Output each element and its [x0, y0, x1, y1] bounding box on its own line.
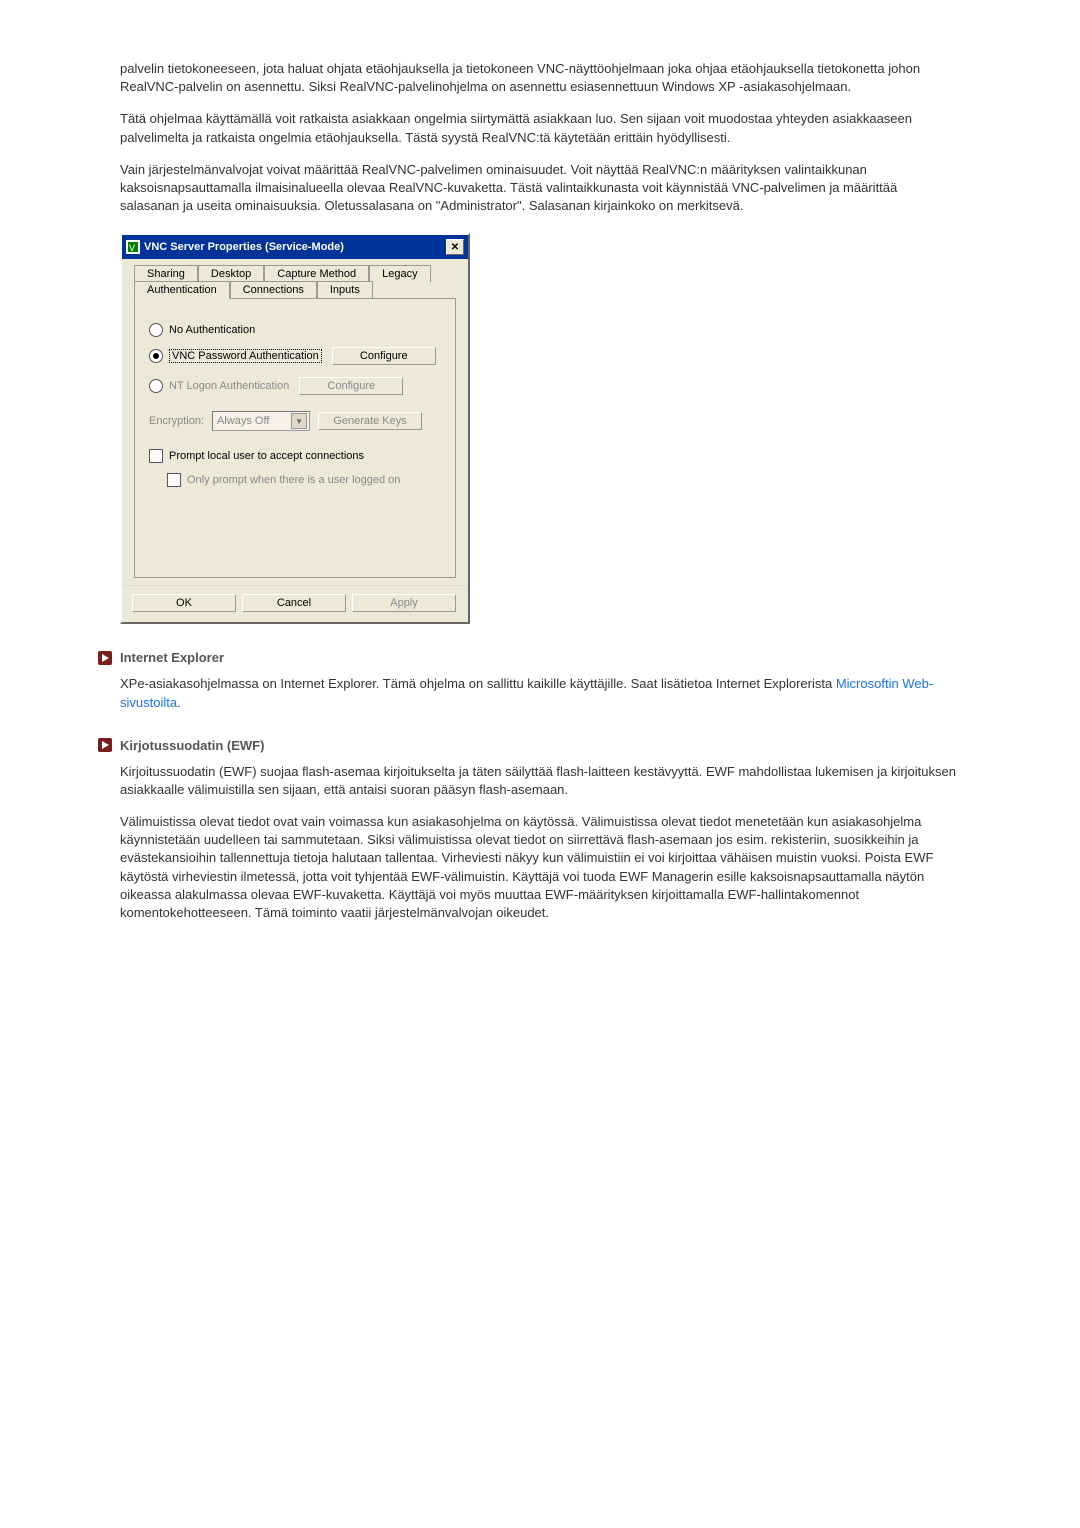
intro-paragraph-3: Vain järjestelmänvalvojat voivat määritt…	[120, 161, 960, 216]
svg-text:V: V	[129, 243, 135, 253]
checkbox-label: Prompt local user to accept connections	[169, 450, 364, 462]
play-bullet-icon	[98, 651, 112, 665]
ie-text-before-link: XPe-asiakasohjelmassa on Internet Explor…	[120, 676, 836, 691]
dialog-titlebar[interactable]: V VNC Server Properties (Service-Mode) ✕	[122, 235, 468, 259]
ok-button[interactable]: OK	[132, 594, 236, 612]
radio-no-auth[interactable]: No Authentication	[149, 323, 441, 337]
authentication-panel: No Authentication VNC Password Authentic…	[134, 298, 456, 578]
encryption-select: Always Off ▼	[212, 411, 310, 431]
section-title-ie: Internet Explorer	[120, 650, 224, 665]
radio-label: NT Logon Authentication	[169, 380, 289, 392]
dialog-title: VNC Server Properties (Service-Mode)	[144, 241, 446, 253]
tabs-back-row: Sharing Desktop Capture Method Legacy	[134, 265, 456, 282]
tab-authentication[interactable]: Authentication	[134, 281, 230, 299]
section-header-ewf: Kirjotussuodatin (EWF)	[98, 738, 960, 753]
tabs-front-row: Authentication Connections Inputs	[134, 281, 456, 299]
tab-capture-method[interactable]: Capture Method	[264, 265, 369, 282]
checkbox-label: Only prompt when there is a user logged …	[187, 474, 400, 486]
ie-text-after-link: .	[177, 695, 181, 710]
vnc-properties-dialog: V VNC Server Properties (Service-Mode) ✕…	[120, 233, 470, 624]
intro-paragraph-2: Tätä ohjelmaa käyttämällä voit ratkaista…	[120, 110, 960, 146]
radio-nt-logon-auth: NT Logon Authentication	[149, 379, 289, 393]
ie-paragraph: XPe-asiakasohjelmassa on Internet Explor…	[120, 675, 960, 711]
checkbox-prompt-local[interactable]	[149, 449, 163, 463]
section-title-ewf: Kirjotussuodatin (EWF)	[120, 738, 264, 753]
apply-button: Apply	[352, 594, 456, 612]
page: palvelin tietokoneeseen, jota haluat ohj…	[0, 0, 1080, 1528]
cancel-button[interactable]: Cancel	[242, 594, 346, 612]
tab-inputs[interactable]: Inputs	[317, 281, 373, 299]
intro-paragraph-1: palvelin tietokoneeseen, jota haluat ohj…	[120, 60, 960, 96]
radio-label: No Authentication	[169, 324, 255, 336]
tab-legacy[interactable]: Legacy	[369, 265, 430, 282]
tab-sharing[interactable]: Sharing	[134, 265, 198, 282]
close-button[interactable]: ✕	[446, 239, 464, 255]
vnc-app-icon: V	[126, 240, 140, 254]
ewf-paragraph-1: Kirjoitussuodatin (EWF) suojaa flash-ase…	[120, 763, 960, 799]
dialog-button-row: OK Cancel Apply	[122, 585, 468, 622]
radio-vnc-password-auth[interactable]: VNC Password Authentication	[149, 349, 322, 363]
encryption-value: Always Off	[217, 415, 269, 427]
close-icon: ✕	[451, 242, 459, 253]
checkbox-only-prompt	[167, 473, 181, 487]
tab-connections[interactable]: Connections	[230, 281, 317, 299]
play-bullet-icon	[98, 738, 112, 752]
encryption-label: Encryption:	[149, 415, 204, 427]
configure-vnc-button[interactable]: Configure	[332, 347, 436, 365]
configure-nt-button: Configure	[299, 377, 403, 395]
radio-label: VNC Password Authentication	[169, 349, 322, 363]
radio-icon	[149, 379, 163, 393]
tab-desktop[interactable]: Desktop	[198, 265, 264, 282]
section-header-ie: Internet Explorer	[98, 650, 960, 665]
radio-icon	[149, 323, 163, 337]
ewf-paragraph-2: Välimuistissa olevat tiedot ovat vain vo…	[120, 813, 960, 922]
generate-keys-button: Generate Keys	[318, 412, 422, 430]
radio-icon	[149, 349, 163, 363]
chevron-down-icon: ▼	[291, 413, 307, 429]
